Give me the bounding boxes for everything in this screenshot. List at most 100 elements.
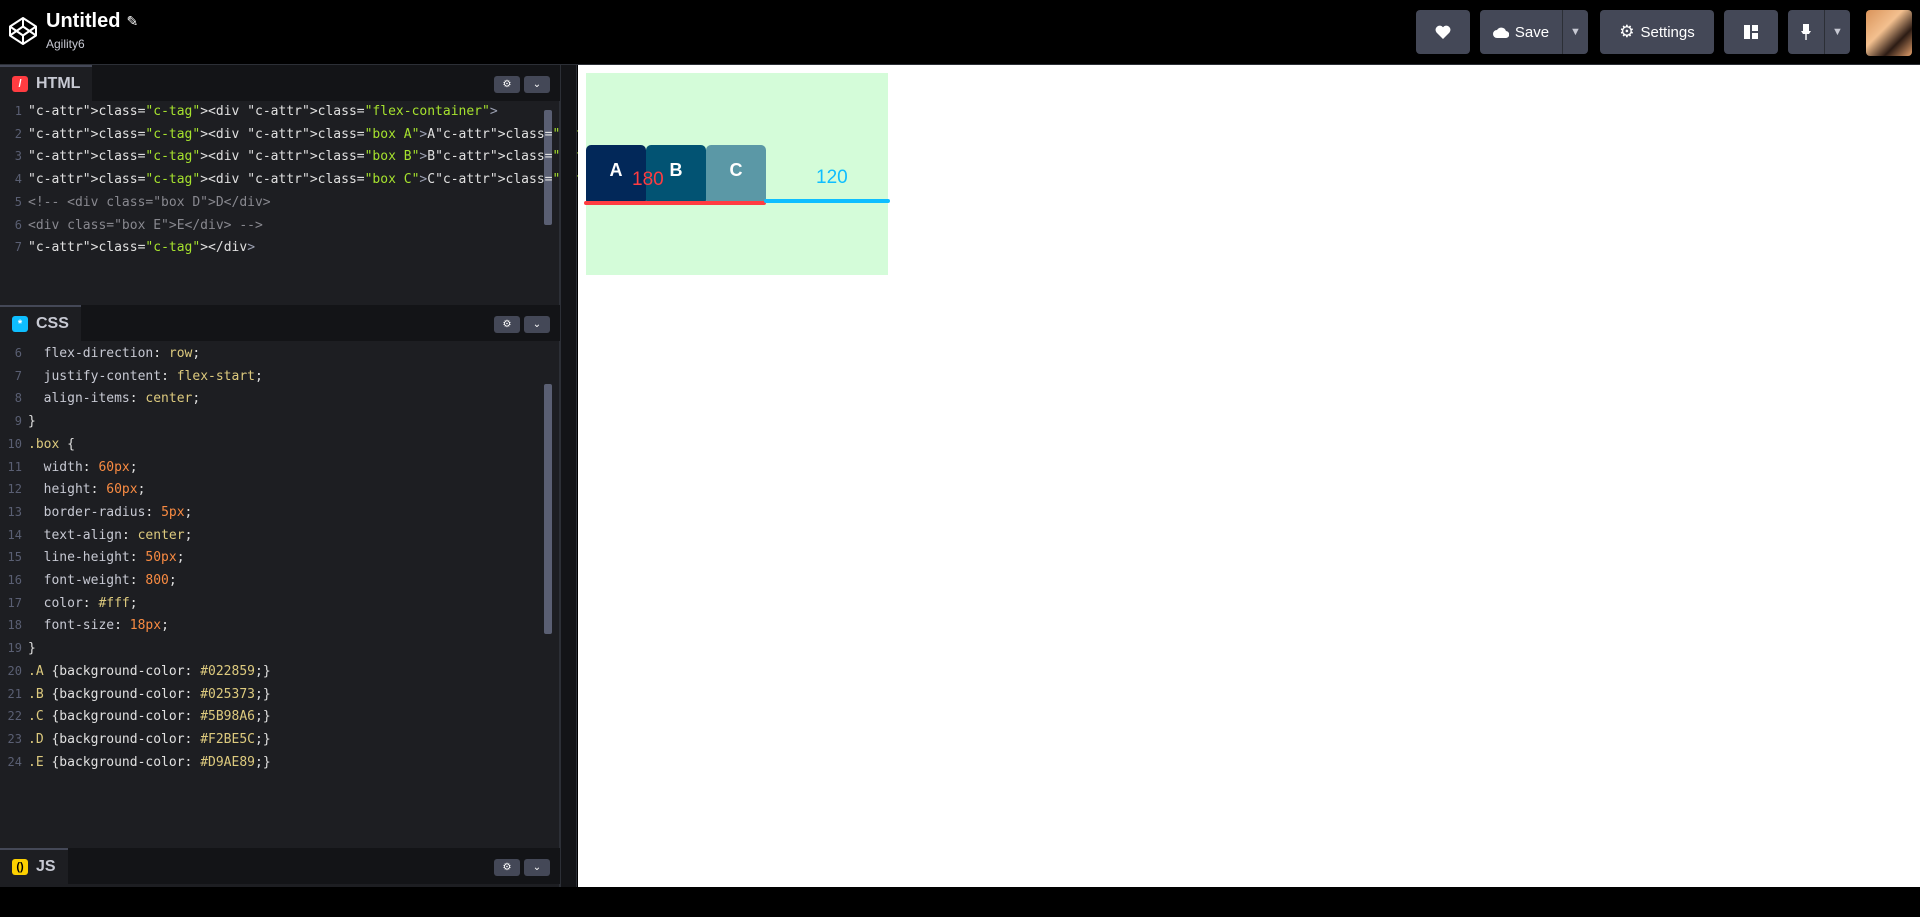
code-text: color: #fff; bbox=[43, 595, 138, 611]
line-number: 13 bbox=[7, 504, 22, 519]
line-number: 12 bbox=[7, 482, 22, 497]
line-number: 10 bbox=[7, 436, 22, 451]
code-line[interactable]: 8 align-items: center; bbox=[0, 387, 200, 410]
js-icon: () bbox=[12, 859, 28, 875]
change-view-button[interactable] bbox=[1724, 10, 1778, 54]
code-text: flex-direction: row; bbox=[43, 346, 201, 361]
line-number: 19 bbox=[7, 641, 22, 656]
code-text: line-height: 50px; bbox=[43, 550, 185, 566]
code-text: "c-attr">class="c-tag"><div "c-attr">cla… bbox=[28, 104, 498, 119]
pin-button[interactable] bbox=[1788, 10, 1824, 54]
code-text: } bbox=[28, 641, 36, 657]
code-line[interactable]: 22 .C {background-color: #5B98A6;} bbox=[0, 705, 271, 728]
html-code-editor[interactable]: 1 "c-attr">class="c-tag"><div "c-attr">cl… bbox=[0, 100, 662, 300]
code-line[interactable]: 15 line-height: 50px; bbox=[0, 546, 185, 569]
top-header: Untitled ✎ Agility6 Save ▼ ⚙ Settings ▼ bbox=[0, 0, 1920, 65]
pen-title-block: Untitled ✎ Agility6 bbox=[46, 10, 138, 51]
code-text: "c-attr">class="c-tag"></div> bbox=[28, 240, 256, 256]
line-number: 16 bbox=[7, 573, 22, 587]
code-line[interactable]: 6 flex-direction: row; bbox=[0, 342, 200, 365]
js-settings-gear-icon[interactable]: ⚙ bbox=[494, 859, 520, 876]
save-dropdown-chevron-icon[interactable]: ▼ bbox=[1562, 10, 1588, 54]
code-line[interactable]: 11 width: 60px; bbox=[0, 456, 138, 479]
code-text: justify-content: flex-start; bbox=[43, 368, 263, 384]
line-number: 15 bbox=[7, 550, 22, 565]
css-code-editor[interactable]: 6 flex-direction: row; 7 justify-content:… bbox=[0, 342, 552, 905]
code-text: .A {background-color: #022859;} bbox=[28, 663, 271, 679]
editor-column: / HTML ⚙ ⌄ 1 "c-attr">class="c-tag"><div … bbox=[0, 65, 662, 887]
line-number: 7 bbox=[14, 368, 22, 383]
tab-css[interactable]: * CSS bbox=[0, 305, 81, 341]
css-panel-header: * CSS ⚙ ⌄ bbox=[0, 305, 560, 341]
pen-title[interactable]: Untitled bbox=[46, 10, 120, 33]
line-number: 8 bbox=[14, 391, 22, 406]
code-text: font-weight: 800; bbox=[43, 573, 177, 588]
save-button[interactable]: Save bbox=[1480, 10, 1562, 54]
code-line[interactable]: 6 <div class="box E">E</div> --> bbox=[0, 214, 263, 237]
flex-container: A B C 180 120 bbox=[584, 73, 890, 275]
save-button-group: Save ▼ bbox=[1480, 10, 1588, 54]
css-scrollbar[interactable] bbox=[544, 384, 552, 634]
code-line[interactable]: 23 .D {background-color: #F2BE5C;} bbox=[0, 728, 271, 751]
love-button[interactable] bbox=[1416, 10, 1470, 54]
css-settings-gear-icon[interactable]: ⚙ bbox=[494, 316, 520, 333]
line-number: 20 bbox=[7, 663, 22, 678]
code-line[interactable]: 10 .box { bbox=[0, 433, 75, 456]
code-line[interactable]: 18 font-size: 18px; bbox=[0, 614, 169, 637]
code-line[interactable]: 16 font-weight: 800; bbox=[0, 569, 177, 592]
box-c: C bbox=[706, 145, 766, 205]
editor-resize-handle[interactable] bbox=[560, 65, 577, 887]
blue-annotation-line bbox=[764, 199, 890, 203]
code-line[interactable]: 13 border-radius: 5px; bbox=[0, 501, 193, 524]
line-number: 5 bbox=[14, 194, 22, 209]
codepen-logo-icon[interactable] bbox=[8, 16, 38, 46]
cloud-icon bbox=[1492, 27, 1509, 38]
html-collapse-chevron-icon[interactable]: ⌄ bbox=[524, 76, 550, 93]
code-line[interactable]: 7 "c-attr">class="c-tag"></div> bbox=[0, 236, 255, 259]
result-preview[interactable]: A B C 180 120 bbox=[578, 65, 1920, 887]
pin-dropdown-chevron-icon[interactable]: ▼ bbox=[1824, 10, 1850, 54]
tab-js-label: JS bbox=[36, 858, 56, 875]
line-number: 11 bbox=[7, 459, 22, 474]
settings-button[interactable]: ⚙ Settings bbox=[1600, 10, 1714, 54]
line-number: 21 bbox=[7, 686, 22, 701]
css-icon: * bbox=[12, 316, 28, 332]
code-text: .C {background-color: #5B98A6;} bbox=[28, 709, 271, 725]
blue-annotation-label: 120 bbox=[816, 167, 848, 188]
pen-author[interactable]: Agility6 bbox=[46, 37, 138, 51]
code-line[interactable]: 17 color: #fff; bbox=[0, 592, 138, 615]
heart-icon bbox=[1435, 25, 1451, 39]
tab-html[interactable]: / HTML bbox=[0, 65, 93, 101]
code-line[interactable]: 7 justify-content: flex-start; bbox=[0, 365, 263, 388]
tab-css-label: CSS bbox=[36, 315, 69, 332]
settings-label: Settings bbox=[1640, 23, 1695, 41]
code-line[interactable]: 20 .A {background-color: #022859;} bbox=[0, 660, 271, 683]
html-settings-gear-icon[interactable]: ⚙ bbox=[494, 76, 520, 93]
user-avatar[interactable] bbox=[1866, 10, 1912, 56]
code-line[interactable]: 24 .E {background-color: #D9AE89;} bbox=[0, 751, 271, 774]
code-line[interactable]: 5 <!-- <div class="box D">D</div> bbox=[0, 191, 271, 214]
tab-js[interactable]: () JS bbox=[0, 848, 68, 884]
line-number: 17 bbox=[7, 595, 22, 610]
line-number: 1 bbox=[14, 104, 22, 118]
code-line[interactable]: 14 text-align: center; bbox=[0, 524, 193, 547]
code-line[interactable]: 1 "c-attr">class="c-tag"><div "c-attr">cl… bbox=[0, 100, 498, 123]
code-line[interactable]: 19} bbox=[0, 637, 36, 660]
code-text: border-radius: 5px; bbox=[43, 504, 193, 520]
css-collapse-chevron-icon[interactable]: ⌄ bbox=[524, 316, 550, 333]
line-number: 3 bbox=[14, 149, 22, 164]
js-collapse-chevron-icon[interactable]: ⌄ bbox=[524, 859, 550, 876]
gear-icon: ⚙ bbox=[1619, 22, 1635, 41]
red-annotation-label: 180 bbox=[632, 169, 664, 190]
edit-title-pencil-icon[interactable]: ✎ bbox=[126, 13, 138, 30]
line-number: 6 bbox=[14, 217, 22, 232]
code-line[interactable]: 21 .B {background-color: #025373;} bbox=[0, 683, 271, 706]
line-number: 24 bbox=[7, 754, 22, 769]
code-text: <!-- <div class="box D">D</div> bbox=[28, 194, 271, 210]
pin-button-group: ▼ bbox=[1788, 10, 1850, 54]
pin-icon bbox=[1801, 24, 1811, 40]
code-line[interactable]: 9} bbox=[0, 410, 36, 433]
code-line[interactable]: 12 height: 60px; bbox=[0, 478, 146, 501]
line-number: 22 bbox=[7, 709, 22, 724]
line-number: 23 bbox=[7, 731, 22, 746]
